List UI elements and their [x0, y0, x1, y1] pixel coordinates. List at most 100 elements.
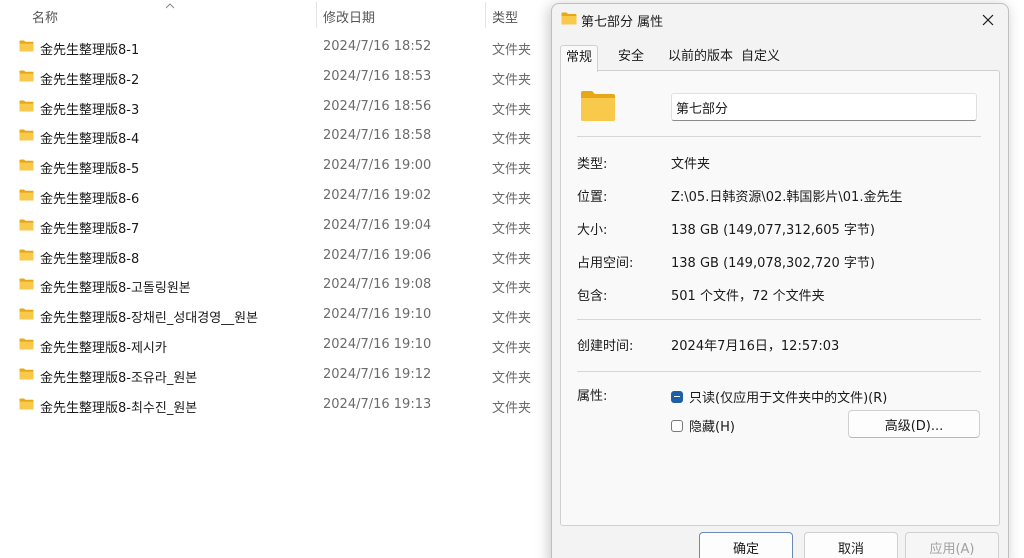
sort-up-icon-svg	[165, 3, 175, 9]
file-date: 2024/7/16 18:52	[323, 39, 432, 54]
file-name: 金先生整理版8-최수진_원본	[40, 400, 198, 416]
file-name: 金先生整理版8-장채린_성대경영__원본	[40, 311, 259, 327]
file-list: 金先生整理版8-1 2024/7/16 18:52 文件夹 金先生整理版8-2 2024…	[0, 32, 560, 419]
file-row[interactable]: 金先生整理版8-8 2024/7/16 19:06 文件夹	[0, 241, 560, 271]
folder-icon	[19, 100, 34, 112]
cancel-button[interactable]: 取消	[804, 532, 898, 558]
folder-icon-svg	[19, 70, 34, 82]
file-row[interactable]: 金先生整理版8-조유라_원본 2024/7/16 19:12 文件夹	[0, 360, 560, 390]
unchecked-checkbox-icon	[671, 419, 683, 432]
file-date: 2024/7/16 19:08	[323, 277, 432, 293]
column-type-header[interactable]: 类型	[492, 7, 518, 26]
location-value: Z:\05.日韩资源\02.韩国影片\01.金先生	[671, 190, 903, 205]
folder-icon	[19, 129, 34, 141]
file-row[interactable]: 金先生整理版8-고돌링원본 2024/7/16 19:08 文件夹	[0, 270, 560, 300]
file-row[interactable]: 金先生整理版8-5 2024/7/16 19:00 文件夹	[0, 151, 560, 181]
file-row[interactable]: 金先生整理版8-장채린_성대경영__원본 2024/7/16 19:10 文件夹	[0, 300, 560, 330]
advanced-button[interactable]: 高级(D)...	[848, 410, 980, 438]
file-name: 金先生整理版8-5	[40, 162, 140, 178]
folder-icon-svg	[19, 398, 34, 410]
dialog-titlebar[interactable]: 第七部分 属性	[552, 4, 1008, 36]
file-row[interactable]: 金先生整理版8-4 2024/7/16 18:58 文件夹	[0, 121, 560, 151]
folder-icon-svg	[19, 189, 34, 201]
file-date: 2024/7/16 19:10	[323, 336, 432, 352]
file-row[interactable]: 金先生整理版8-6 2024/7/16 19:02 文件夹	[0, 181, 560, 211]
file-name: 金先生整理版8-제시카	[40, 340, 167, 356]
file-date: 2024/7/16 19:06	[323, 247, 432, 263]
close-button[interactable]	[974, 7, 1002, 33]
file-name: 金先生整理版8-조유라_원본	[40, 370, 198, 386]
folder-icon-svg	[19, 338, 34, 350]
file-row[interactable]: 金先生整理版8-7 2024/7/16 19:04 文件夹	[0, 211, 560, 241]
folder-icon	[19, 338, 34, 350]
file-name: 金先生整理版8-8	[40, 251, 140, 267]
tab-customize[interactable]: 自定义	[736, 45, 785, 70]
file-type: 文件夹	[492, 400, 532, 416]
type-value: 文件夹	[671, 157, 711, 172]
tab-strip: 常规 安全 以前的版本 自定义	[560, 45, 1000, 72]
file-row[interactable]: 金先生整理版8-1 2024/7/16 18:52 文件夹	[0, 32, 560, 62]
folder-icon	[580, 90, 616, 122]
readonly-checkbox[interactable]: 只读(仅应用于文件夹中的文件)(R)	[671, 387, 887, 406]
file-name: 金先生整理版8-고돌링원본	[40, 281, 191, 297]
folder-icon	[19, 159, 34, 171]
file-row[interactable]: 金先生整理版8-제시카 2024/7/16 19:10 文件夹	[0, 330, 560, 360]
file-date: 2024/7/16 19:12	[323, 366, 432, 382]
folder-name-field[interactable]	[671, 93, 977, 121]
folder-icon	[19, 189, 34, 201]
folder-icon	[19, 368, 34, 380]
created-label: 创建时间:	[577, 339, 634, 354]
divider	[577, 371, 981, 372]
divider	[577, 136, 981, 137]
file-name: 金先生整理版8-4	[40, 132, 140, 148]
folder-icon	[19, 70, 34, 82]
file-name: 金先生整理版8-6	[40, 191, 140, 207]
hidden-label: 隐藏(H)	[689, 420, 735, 435]
file-type: 文件夹	[492, 251, 532, 267]
hidden-checkbox[interactable]: 隐藏(H)	[671, 416, 735, 435]
close-icon	[982, 14, 994, 26]
file-row[interactable]: 金先生整理版8-최수진_원본 2024/7/16 19:13 文件夹	[0, 390, 560, 420]
column-divider[interactable]	[485, 2, 486, 28]
folder-icon	[561, 12, 577, 25]
column-name-header[interactable]: 名称	[32, 7, 58, 26]
file-date: 2024/7/16 18:58	[323, 128, 432, 144]
file-type: 文件夹	[492, 221, 532, 237]
file-row[interactable]: 金先生整理版8-2 2024/7/16 18:53 文件夹	[0, 62, 560, 92]
file-type: 文件夹	[492, 132, 532, 148]
ok-button[interactable]: 确定	[699, 532, 793, 558]
apply-button[interactable]: 应用(A)	[905, 532, 999, 558]
screen: 名称 修改日期 类型 金先生整理版8-1 2024/7/16 18:52 文件夹 金先…	[0, 0, 1024, 558]
file-date: 2024/7/16 19:00	[323, 158, 432, 174]
folder-icon-svg	[19, 278, 34, 290]
file-type: 文件夹	[492, 43, 532, 58]
file-type: 文件夹	[492, 370, 532, 386]
folder-icon	[19, 40, 34, 52]
created-value: 2024年7月16日，12:57:03	[671, 339, 840, 354]
large-folder-icon	[581, 91, 615, 121]
properties-dialog: 第七部分 属性 常规 安全 以前的版本 自定义 第七部分 类型: 文件夹 位置:…	[551, 3, 1009, 558]
tab-general[interactable]: 常规	[560, 45, 599, 72]
dialog-title: 第七部分 属性	[581, 15, 664, 30]
folder-icon-svg	[19, 159, 34, 171]
file-type: 文件夹	[492, 281, 532, 297]
folder-icon	[19, 249, 34, 261]
column-date-header[interactable]: 修改日期	[323, 7, 375, 26]
size-label: 大小:	[577, 223, 608, 238]
folder-icon-svg	[19, 219, 34, 231]
divider	[577, 319, 981, 320]
tab-previous-versions[interactable]: 以前的版本	[663, 45, 738, 70]
general-panel: 类型: 文件夹 位置: Z:\05.日韩资源\02.韩国影片\01.金先生 大小…	[560, 70, 1000, 526]
file-row[interactable]: 金先生整理版8-3 2024/7/16 18:56 文件夹	[0, 92, 560, 122]
tab-security[interactable]: 安全	[613, 45, 649, 70]
file-type: 文件夹	[492, 102, 532, 118]
folder-icon	[19, 398, 34, 410]
folder-icon	[19, 219, 34, 231]
size-on-disk-label: 占用空间:	[577, 256, 634, 271]
folder-icon-svg	[19, 100, 34, 112]
readonly-label: 只读(仅应用于文件夹中的文件)(R)	[689, 391, 888, 406]
column-divider[interactable]	[316, 2, 317, 28]
file-type: 文件夹	[492, 72, 532, 88]
size-on-disk-value: 138 GB (149,078,302,720 字节)	[671, 256, 875, 271]
file-date: 2024/7/16 19:04	[323, 217, 432, 233]
